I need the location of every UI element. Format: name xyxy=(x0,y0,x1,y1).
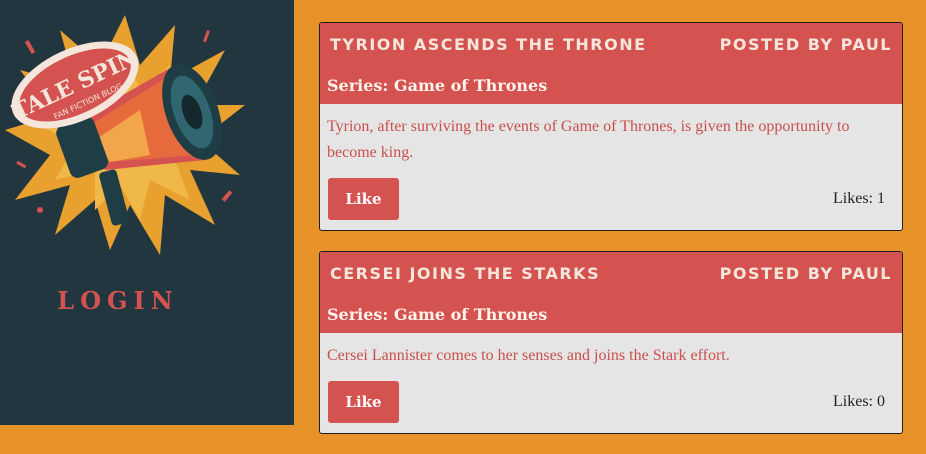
post-author: Posted by Paul xyxy=(719,35,892,54)
post-header: Cersei Joins The Starks Posted by Paul S… xyxy=(320,252,902,333)
post-card: Cersei Joins The Starks Posted by Paul S… xyxy=(319,251,903,434)
sidebar: TALE SPIN FAN FICTION BLOG LOGIN xyxy=(0,0,294,425)
like-button[interactable]: Like xyxy=(328,178,399,220)
post-title: Tyrion Ascends The Throne xyxy=(330,35,647,54)
post-series: Series: Game of Thrones xyxy=(327,305,548,324)
post-author: Posted by Paul xyxy=(719,264,892,283)
post-footer: Like Likes: 1 xyxy=(320,166,902,230)
post-footer: Like Likes: 0 xyxy=(320,369,902,433)
like-button[interactable]: Like xyxy=(328,381,399,423)
likes-count: Likes: 0 xyxy=(833,393,885,410)
tale-spin-logo: TALE SPIN FAN FICTION BLOG xyxy=(5,15,245,255)
post-series: Series: Game of Thrones xyxy=(327,76,548,95)
post-body: Tyrion, after surviving the events of Ga… xyxy=(327,118,850,161)
post-body: Cersei Lannister comes to her senses and… xyxy=(327,347,730,364)
likes-count: Likes: 1 xyxy=(833,190,885,207)
post-card: Tyrion Ascends The Throne Posted by Paul… xyxy=(319,22,903,231)
login-link[interactable]: LOGIN xyxy=(0,286,236,315)
post-header: Tyrion Ascends The Throne Posted by Paul… xyxy=(320,23,902,104)
post-title: Cersei Joins The Starks xyxy=(330,264,601,283)
posts-feed: Tyrion Ascends The Throne Posted by Paul… xyxy=(319,22,903,454)
